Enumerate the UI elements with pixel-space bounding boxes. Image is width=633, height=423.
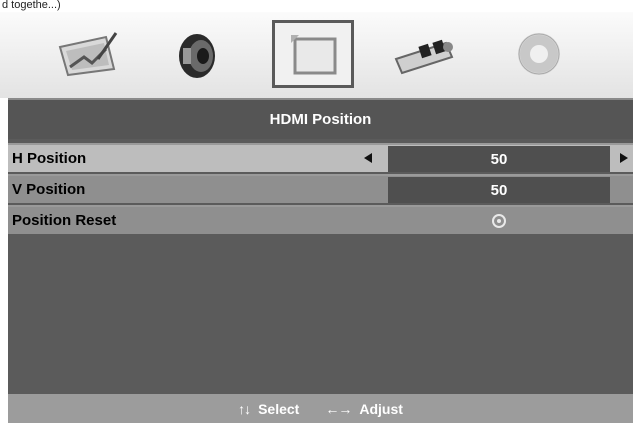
adjust-hint-label: Adjust xyxy=(359,400,403,417)
caption-text: d togethe...) xyxy=(2,0,61,11)
menu-tab-bar xyxy=(0,12,633,98)
tab-options[interactable] xyxy=(498,20,580,88)
v-position-value[interactable]: 50 xyxy=(388,177,610,203)
menu-title: HDMI Position xyxy=(8,98,633,139)
select-hint-label: Select xyxy=(258,400,300,417)
adjust-hint: ←→ Adjust xyxy=(325,401,403,417)
h-position-value[interactable]: 50 xyxy=(388,146,610,172)
left-right-arrows-icon: ←→ xyxy=(325,400,352,417)
osd-menu-panel: HDMI Position H Position 50 V Position 5… xyxy=(8,98,633,423)
tab-screen[interactable] xyxy=(272,20,354,88)
reset-value[interactable] xyxy=(388,208,610,234)
speaker-icon xyxy=(179,34,215,78)
row-position-reset[interactable]: Position Reset xyxy=(8,205,633,234)
tab-sound[interactable] xyxy=(152,20,234,88)
increase-arrow-icon[interactable] xyxy=(620,153,628,163)
reset-icon xyxy=(492,214,506,228)
footer-hints: ↑↓ Select ←→ Adjust xyxy=(8,394,633,423)
tab-picture[interactable] xyxy=(48,20,130,88)
row-label: Position Reset xyxy=(12,212,117,229)
select-hint: ↑↓ Select xyxy=(238,401,299,417)
picture-icon xyxy=(58,32,118,77)
screen-position-icon xyxy=(291,35,337,75)
disc-icon xyxy=(518,33,560,75)
decrease-arrow-icon[interactable] xyxy=(364,153,372,163)
connector-icon xyxy=(394,39,454,75)
row-h-position[interactable]: H Position 50 xyxy=(8,143,633,172)
row-label: H Position xyxy=(12,150,87,167)
row-v-position[interactable]: V Position 50 xyxy=(8,174,633,203)
tab-input[interactable] xyxy=(384,20,466,88)
up-down-arrows-icon: ↑↓ xyxy=(238,400,251,417)
row-label: V Position xyxy=(12,181,86,198)
